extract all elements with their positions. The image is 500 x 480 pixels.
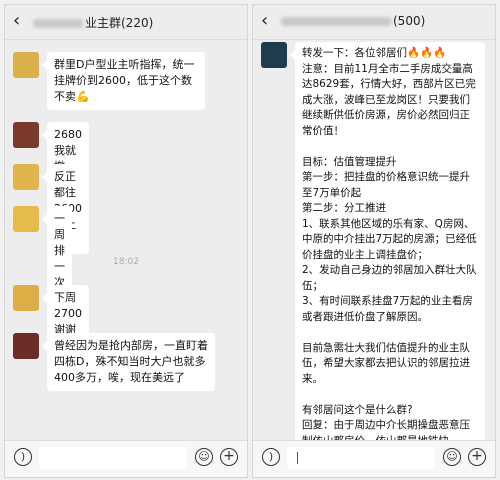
chat-title: 业主群(220) <box>33 14 153 31</box>
voice-icon[interactable]: ) <box>14 448 32 466</box>
avatar[interactable] <box>261 42 287 68</box>
avatar[interactable] <box>13 122 39 148</box>
message-timestamp: 18:02 <box>113 257 139 267</box>
input-bar: ) ☺ + <box>5 440 247 477</box>
message-line <box>302 387 478 403</box>
message-line: 目前急需壮大我们估值提升的业主队伍，希望大家都去把认识的邻居拉进来。 <box>302 341 470 385</box>
chevron-left-icon[interactable]: ‹ <box>261 11 268 31</box>
text-caret <box>297 452 298 464</box>
blurred-name <box>33 19 83 28</box>
message-line <box>302 325 478 341</box>
emoji-icon[interactable]: ☺ <box>195 448 213 466</box>
message-line: 1、联系其他区域的乐有家、Q房网、中原的中介挂出7万起的房源；已经低价挂盘的业主… <box>302 217 477 261</box>
message-line: 注意：目前11月全市二手房成交量高达8629套，行情大好，西部片区已完成大涨，波… <box>302 62 476 137</box>
avatar[interactable] <box>13 333 39 359</box>
chat-title-text: 业主群(220) <box>85 16 154 30</box>
message-bubble[interactable]: 曾经因为是抢内部房，一直盯着四栋D，殊不知当时大户也就多400多万，唉，现在美远… <box>42 333 215 391</box>
chat-header: ‹ (500) <box>253 5 495 40</box>
message-line: 3、有时间联系挂盘7万起的业主看房或者跟进低价盘了解原因。 <box>302 295 473 323</box>
chat-title: (500) <box>281 14 425 28</box>
emoji-icon[interactable]: ☺ <box>443 448 461 466</box>
avatar[interactable] <box>13 206 39 232</box>
avatar[interactable] <box>13 164 39 190</box>
message-line <box>302 139 478 155</box>
message-bubble[interactable]: 转发一下：各位邻居们🔥🔥🔥 注意：目前11月全市二手房成交量高达8629套，行情… <box>290 42 485 441</box>
chevron-left-icon[interactable]: ‹ <box>13 11 20 31</box>
right-chat-screen: ‹ (500) 转发一下：各位邻居们🔥🔥🔥 注意：目前11月全市二手房成交量高达… <box>252 4 496 478</box>
input-bar: ) ☺ + <box>253 440 495 477</box>
avatar[interactable] <box>13 52 39 78</box>
message-list[interactable]: 群里D户型业主听指挥，统一挂牌价到2600，低于这个数不卖💪 2680我就撤了，… <box>5 40 247 441</box>
chat-header: ‹ 业主群(220) <box>5 5 247 40</box>
message-line: 第一步：把挂盘的价格意识统一提升至7万单价起 <box>302 171 470 199</box>
left-chat-screen: ‹ 业主群(220) 群里D户型业主听指挥，统一挂牌价到2600，低于这个数不卖… <box>4 4 248 478</box>
plus-icon[interactable]: + <box>468 448 486 466</box>
message-bubble[interactable]: 群里D户型业主听指挥，统一挂牌价到2600，低于这个数不卖💪 <box>42 52 205 110</box>
voice-icon[interactable]: ) <box>262 448 280 466</box>
message-line: 第二步：分工推进 <box>302 202 386 214</box>
message-list[interactable]: 转发一下：各位邻居们🔥🔥🔥 注意：目前11月全市二手房成交量高达8629套，行情… <box>253 40 495 441</box>
blurred-name <box>281 17 391 26</box>
plus-icon[interactable]: + <box>220 448 238 466</box>
message-input[interactable] <box>39 447 187 469</box>
message-line: 转发一下：各位邻居们🔥🔥🔥 <box>302 47 447 59</box>
message-line: 回复：由于周边中介长期操盘恶意压制依山郡房价，依山郡是地铁快 <box>302 419 470 441</box>
message-input[interactable] <box>287 447 435 469</box>
avatar[interactable] <box>13 285 39 311</box>
message-line: 2、发动自己身边的邻居加入群壮大队伍； <box>302 264 477 292</box>
message-line: 目标：估值管理提升 <box>302 155 397 168</box>
chat-title-text: (500) <box>393 14 426 28</box>
message-line: 有邻居问这个是什么群? <box>302 403 413 416</box>
